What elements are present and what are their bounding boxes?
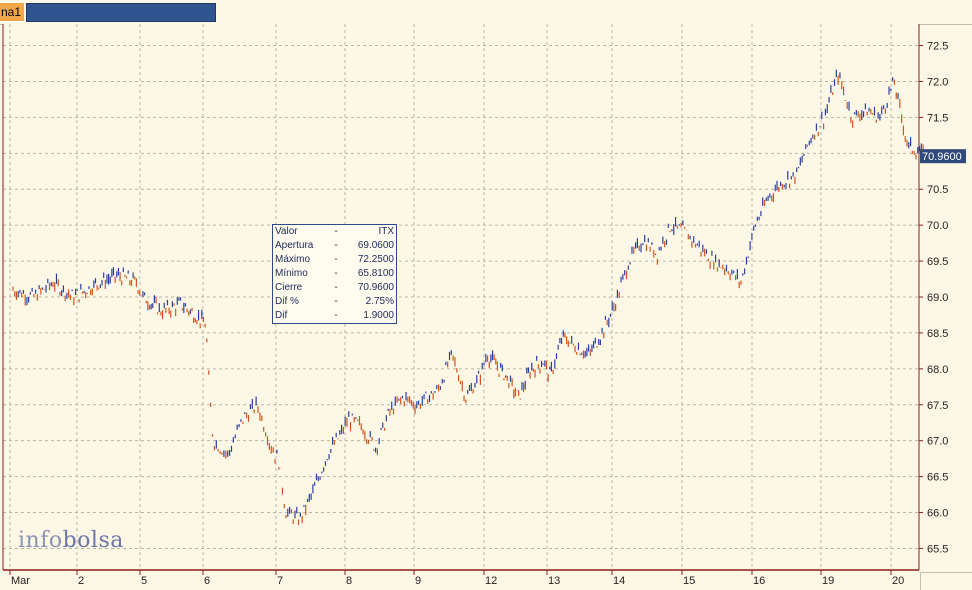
chart-grid xyxy=(3,24,919,570)
info-row-apertura: Apertura - 69.0600 xyxy=(275,239,394,253)
y-tick-label: 67.5 xyxy=(927,400,948,412)
x-tick-label: 12 xyxy=(485,575,497,587)
info-label: Cierre xyxy=(275,282,303,293)
x-tick-label: 16 xyxy=(753,575,765,587)
y-tick-label: 72.0 xyxy=(927,76,948,88)
x-tick-label: Mar xyxy=(11,575,30,587)
quote-info-box: Valor - ITX Apertura - 69.0600 Máximo - … xyxy=(272,224,397,324)
x-tick-label: 15 xyxy=(683,575,695,587)
x-tick-label: 6 xyxy=(204,575,210,587)
info-label: Mínimo xyxy=(275,268,308,279)
y-axis-labels: 65.5 66.0 66.5 67.0 67.5 68.0 68.5 69.0 69.5 70.0… xyxy=(919,41,948,555)
x-tick-label: 20 xyxy=(892,575,904,587)
info-value: 65.8100 xyxy=(357,268,394,279)
info-row-maximo: Máximo - 72.2500 xyxy=(275,253,394,267)
info-value: 72.2500 xyxy=(357,254,394,265)
x-tick-label: 2 xyxy=(78,575,84,587)
info-label: Máximo xyxy=(275,254,311,265)
info-dash: - xyxy=(334,240,338,251)
info-value: 2.75% xyxy=(365,296,394,307)
x-tick-label: 14 xyxy=(613,575,625,587)
info-label: Apertura xyxy=(275,240,314,251)
chart-tab-active[interactable] xyxy=(26,3,216,22)
info-dash: - xyxy=(334,282,338,293)
info-dash: - xyxy=(334,226,338,237)
info-value: 69.0600 xyxy=(357,240,394,251)
x-tick-label: 7 xyxy=(277,575,283,587)
info-row-dif-pct: Dif % - 2.75% xyxy=(275,295,394,309)
info-dash: - xyxy=(334,296,338,307)
x-axis-labels: Mar 2 5 6 7 8 9 12 13 14 15 16 19 20 xyxy=(9,570,904,587)
y-tick-label: 66.5 xyxy=(927,472,948,484)
y-tick-label: 69.5 xyxy=(927,256,948,268)
y-tick-label: 72.5 xyxy=(927,41,948,53)
info-row-dif: Dif - 1.9000 xyxy=(275,309,394,323)
info-dash: - xyxy=(334,268,338,279)
infobolsa-logo: infobolsa xyxy=(18,528,124,553)
y-tick-label: 67.0 xyxy=(927,436,948,448)
last-price-label: 70.9600 xyxy=(922,151,962,163)
x-tick-label: 9 xyxy=(415,575,421,587)
info-label: Dif % xyxy=(275,296,299,307)
info-label: Valor xyxy=(275,226,298,237)
y-tick-label: 68.5 xyxy=(927,328,948,340)
y-tick-label: 70.5 xyxy=(927,184,948,196)
x-tick-label: 8 xyxy=(346,575,352,587)
chart-tab-label[interactable]: na1 xyxy=(0,3,24,21)
logo-part-bolsa: bolsa xyxy=(62,528,124,553)
logo-part-info: info xyxy=(18,528,63,553)
x-tick-label: 19 xyxy=(822,575,834,587)
price-chart: 65.5 66.0 66.5 67.0 67.5 68.0 68.5 69.0 69.5 70.0… xyxy=(2,24,966,587)
y-tick-label: 66.0 xyxy=(927,508,948,520)
y-tick-label: 70.0 xyxy=(927,220,948,232)
info-dash: - xyxy=(334,310,338,321)
y-tick-label: 71.5 xyxy=(927,112,948,124)
x-tick-label: 5 xyxy=(141,575,147,587)
x-tick-label: 13 xyxy=(548,575,560,587)
y-tick-label: 69.0 xyxy=(927,292,948,304)
top-toolbar: na1 xyxy=(0,0,972,25)
info-value: 1.9000 xyxy=(363,310,394,321)
info-value: 70.9600 xyxy=(357,282,394,293)
info-value: ITX xyxy=(378,226,394,237)
info-label: Dif xyxy=(275,310,288,321)
info-row-minimo: Mínimo - 65.8100 xyxy=(275,267,394,281)
axis-corner xyxy=(920,572,972,590)
info-row-cierre: Cierre - 70.9600 xyxy=(275,281,394,295)
y-tick-label: 68.0 xyxy=(927,364,948,376)
info-dash: - xyxy=(334,254,338,265)
y-tick-label: 65.5 xyxy=(927,543,948,555)
info-row-valor: Valor - ITX xyxy=(275,225,394,239)
last-price-marker: 70.9600 xyxy=(920,149,966,164)
